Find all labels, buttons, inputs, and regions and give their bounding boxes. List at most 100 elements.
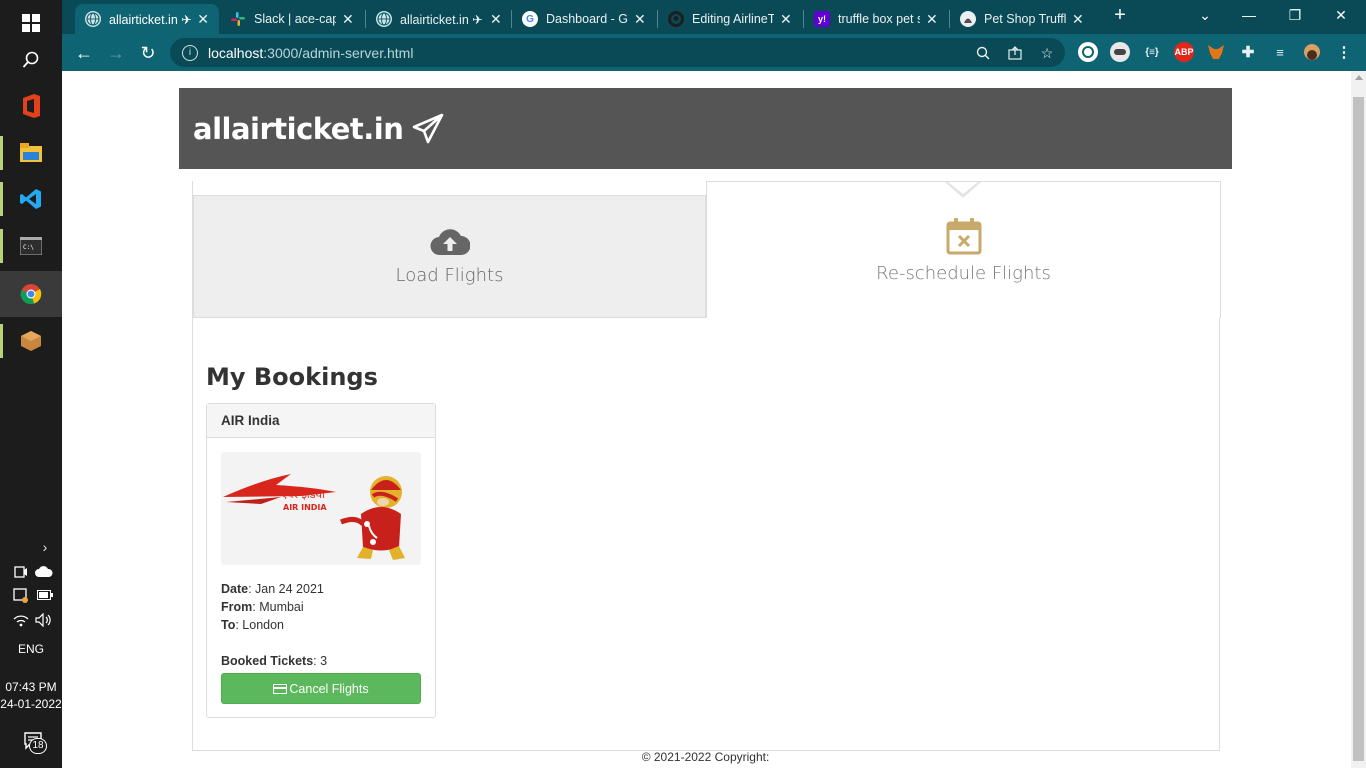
booking-card: AIR India एयर इंडिया AIR INDIA Date: Jan…	[206, 403, 436, 718]
battery-icon[interactable]	[37, 588, 53, 602]
back-button[interactable]: ←	[71, 40, 97, 66]
minimize-button[interactable]: —	[1226, 0, 1272, 30]
brand-title[interactable]: allairticket.in	[193, 112, 404, 146]
air-india-logo-image: एयर इंडिया AIR INDIA	[221, 452, 421, 565]
svg-text:C:\: C:\	[23, 244, 34, 251]
calendar-cancel-icon	[946, 217, 981, 254]
browser-tab-petshop[interactable]: Pet Shop Truffle ✕	[950, 4, 1096, 34]
booking-to: To: London	[221, 618, 285, 632]
booking-from: From: Mumbai	[221, 600, 304, 614]
browser-toolbar: ← → ↻ i localhost:3000/admin-server.html…	[62, 34, 1366, 71]
close-tab-icon[interactable]: ✕	[490, 11, 502, 28]
package-box-icon[interactable]	[0, 318, 62, 364]
close-tab-icon[interactable]: ✕	[1072, 11, 1084, 28]
booking-airline: AIR India	[207, 404, 435, 438]
browser-tab-allairticket-2[interactable]: allairticket.in ✈ ✕	[366, 4, 512, 34]
browser-menu-icon[interactable]: ⋮	[1334, 42, 1354, 62]
scroll-up-arrow-icon[interactable]	[1355, 75, 1363, 80]
tab-title: Pet Shop Truffle	[984, 12, 1066, 26]
browser-tab-strip: allairticket.in ✈ ✕ Slack | ace-caps ✕ a…	[62, 0, 1366, 34]
office-icon[interactable]	[0, 83, 62, 129]
media-control-icon[interactable]: ≡	[1270, 42, 1290, 62]
share-icon[interactable]	[1006, 44, 1024, 62]
close-tab-icon[interactable]: ✕	[342, 11, 354, 28]
close-tab-icon[interactable]: ✕	[634, 11, 646, 28]
notification-count-badge: 18	[29, 738, 47, 754]
extension-circle-icon[interactable]	[1078, 42, 1098, 62]
vscode-icon[interactable]	[0, 176, 62, 222]
browser-tab-slack[interactable]: Slack | ace-caps ✕	[220, 4, 366, 34]
reload-button[interactable]: ↻	[135, 40, 161, 66]
clock-date[interactable]: 24-01-2022	[0, 697, 62, 711]
credit-card-icon	[273, 683, 288, 694]
scrollbar-thumb[interactable]	[1353, 97, 1364, 761]
air-india-hindi-text: एयर इंडिया	[281, 488, 325, 501]
cancel-flights-button[interactable]: Cancel Flights	[221, 673, 421, 704]
file-explorer-icon[interactable]	[0, 130, 62, 176]
browser-tab-allairticket-1[interactable]: allairticket.in ✈ ✕	[75, 4, 219, 34]
tab-search-chevron-icon[interactable]: ⌄	[1182, 0, 1228, 30]
terminal-icon[interactable]: C:\	[0, 223, 62, 269]
tab-reschedule-flights[interactable]: Re-schedule Flights	[706, 181, 1221, 318]
my-bookings-heading: My Bookings	[206, 363, 378, 391]
clock-time[interactable]: 07:43 PM	[0, 680, 62, 694]
browser-tab-dashboard[interactable]: G Dashboard - Gr ✕	[512, 4, 658, 34]
globe-icon	[376, 11, 392, 27]
site-header: allairticket.in	[179, 88, 1232, 169]
air-india-english-text: AIR INDIA	[283, 503, 327, 512]
tab-reschedule-flights-label: Re-schedule Flights	[876, 262, 1051, 284]
booking-date: Date: Jan 24 2021	[221, 582, 324, 596]
update-icon[interactable]	[13, 587, 29, 603]
chrome-icon[interactable]	[0, 271, 62, 317]
globe-icon	[85, 11, 101, 27]
booked-tickets: Booked Tickets: 3	[221, 654, 328, 668]
restore-button[interactable]: ❐	[1272, 0, 1318, 30]
close-tab-icon[interactable]: ✕	[780, 11, 792, 28]
footer-copyright: © 2021-2022 Copyright:	[641, 750, 770, 764]
tab-title: Editing AirlineT	[692, 12, 774, 26]
adblock-plus-icon[interactable]: ABP	[1174, 42, 1194, 62]
truffle-icon	[960, 11, 976, 27]
extension-incognito-icon[interactable]	[1110, 42, 1130, 62]
language-indicator[interactable]: ENG	[0, 642, 62, 656]
windows-taskbar: C:\ › ENG 07:43 PM 24-01-2022 18	[0, 0, 62, 768]
tab-title: Dashboard - Gr	[546, 12, 628, 26]
zoom-icon[interactable]	[974, 44, 992, 62]
volume-icon[interactable]	[35, 612, 53, 628]
tab-title: truffle box pet s	[838, 12, 920, 26]
page-viewport: allairticket.in Load Flights Re-schedule…	[62, 71, 1366, 768]
yahoo-icon: y!	[814, 11, 830, 27]
extension-braces-icon[interactable]: {≡}	[1142, 42, 1162, 62]
wifi-icon[interactable]	[13, 612, 29, 628]
tab-load-flights-label: Load Flights	[395, 265, 504, 286]
github-icon	[668, 11, 684, 27]
google-icon: G	[522, 11, 538, 27]
address-bar[interactable]: i localhost:3000/admin-server.html ☆	[170, 38, 1065, 67]
cloud-upload-icon	[430, 229, 470, 256]
tab-title: allairticket.in ✈	[109, 12, 192, 27]
close-window-button[interactable]: ✕	[1318, 0, 1364, 30]
forward-button[interactable]: →	[103, 40, 129, 66]
onedrive-icon[interactable]	[35, 564, 53, 580]
close-tab-icon[interactable]: ✕	[197, 11, 209, 28]
site-info-icon[interactable]: i	[182, 44, 198, 61]
new-tab-button[interactable]: +	[1097, 0, 1143, 30]
slack-icon	[230, 11, 246, 27]
browser-tab-github[interactable]: Editing AirlineT ✕	[658, 4, 804, 34]
search-icon[interactable]	[0, 37, 62, 83]
url-text: localhost:3000/admin-server.html	[208, 44, 414, 61]
paper-plane-icon	[413, 113, 444, 143]
tab-load-flights[interactable]: Load Flights	[193, 195, 706, 318]
chevron-right-icon[interactable]: ›	[37, 539, 53, 555]
bookmark-star-icon[interactable]: ☆	[1038, 44, 1056, 62]
profile-avatar[interactable]	[1302, 42, 1322, 62]
tab-title: Slack | ace-caps	[254, 12, 336, 26]
close-tab-icon[interactable]: ✕	[926, 11, 938, 28]
page-scrollbar[interactable]	[1351, 71, 1366, 768]
cancel-flights-label: Cancel Flights	[289, 681, 369, 696]
tab-title: allairticket.in ✈	[400, 12, 483, 27]
meet-now-icon[interactable]	[13, 564, 29, 580]
browser-tab-yahoo[interactable]: y! truffle box pet s ✕	[804, 4, 950, 34]
metamask-fox-icon[interactable]	[1206, 42, 1226, 62]
extensions-puzzle-icon[interactable]: ✚	[1238, 42, 1258, 62]
